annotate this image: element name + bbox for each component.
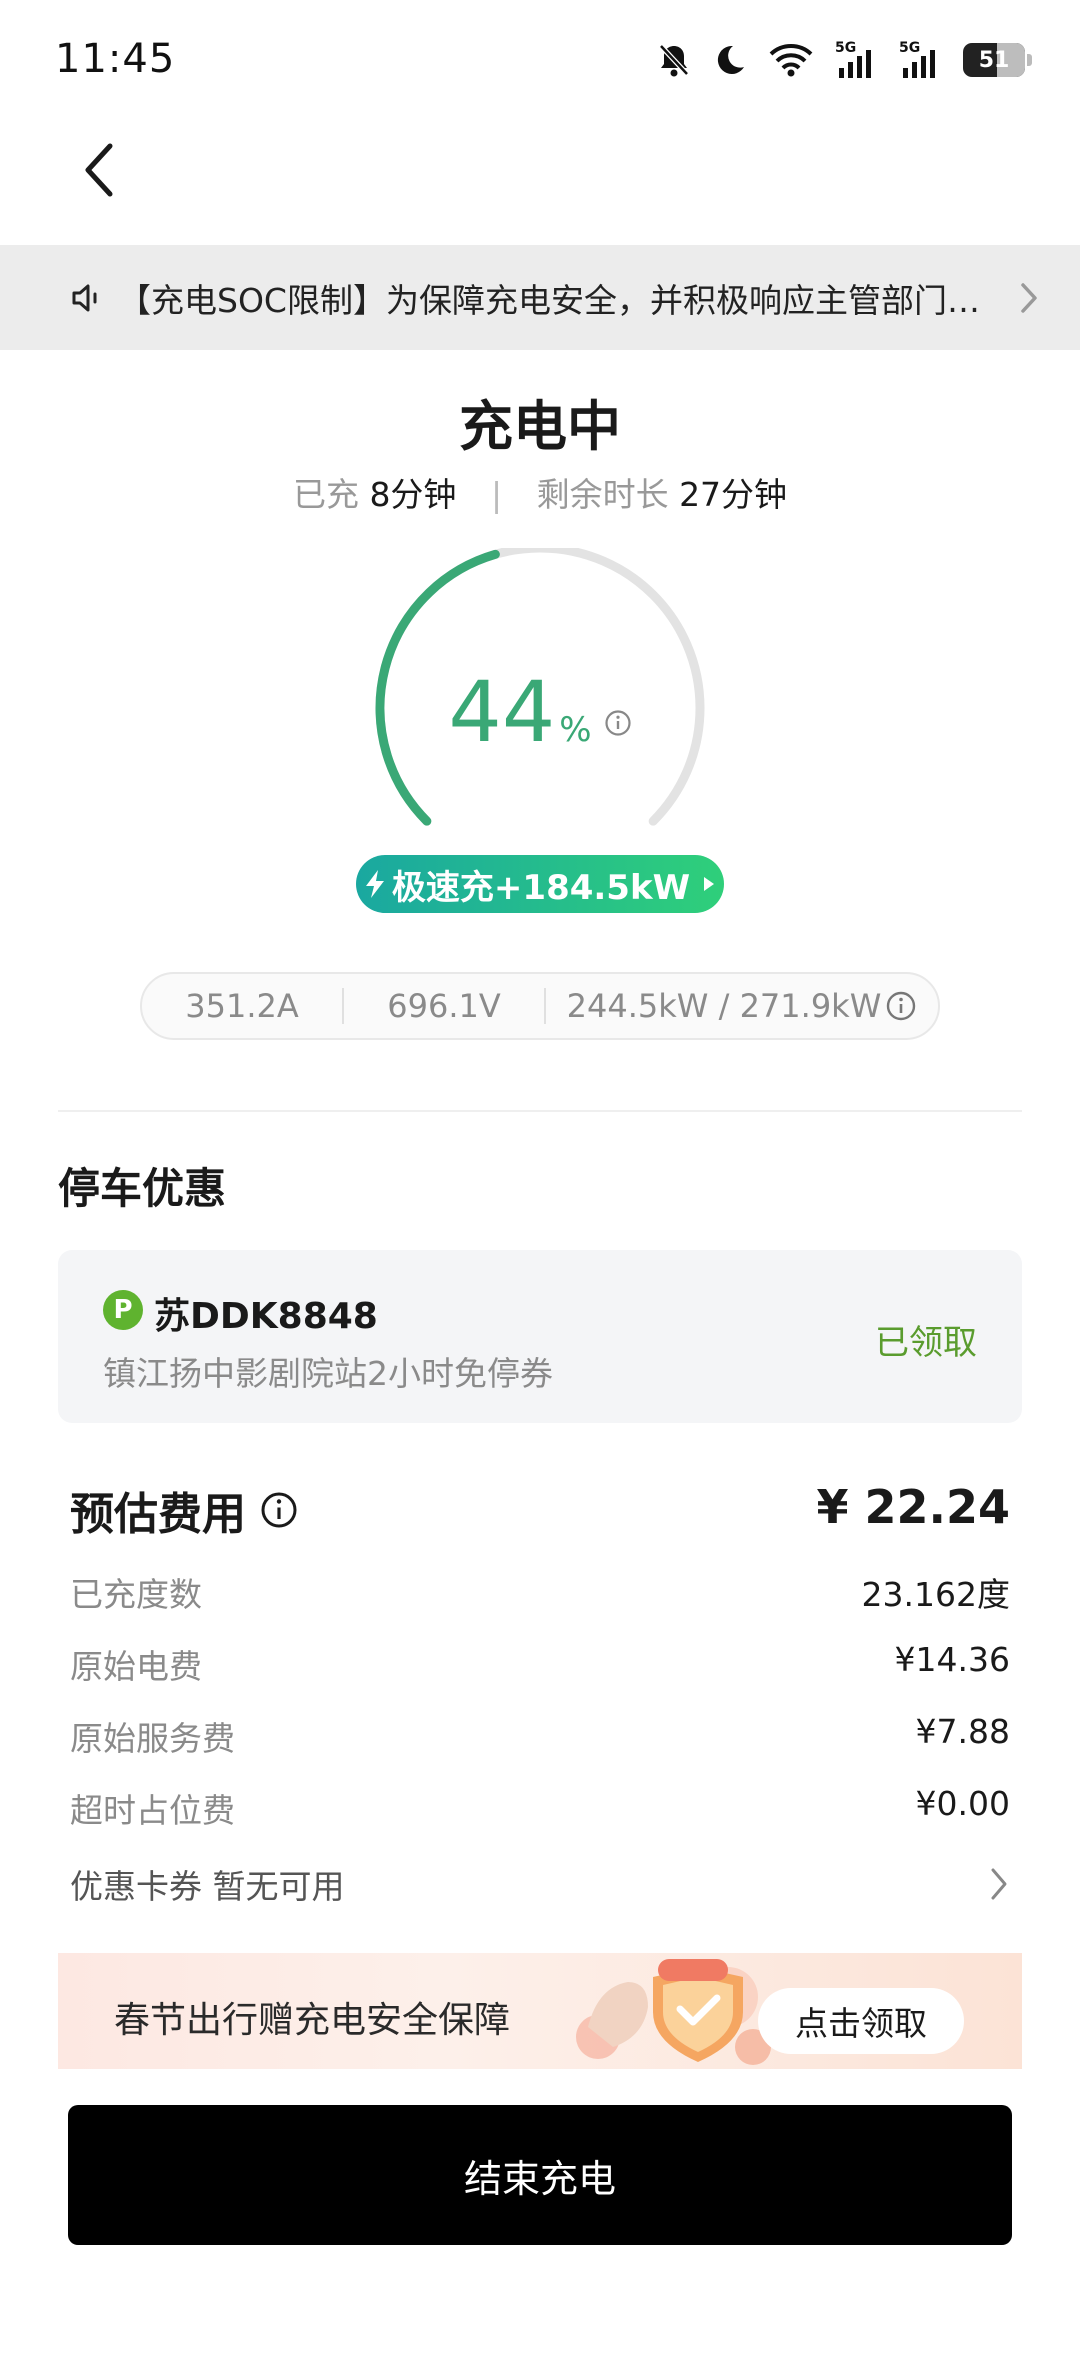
play-icon <box>704 877 715 891</box>
license-plate: 苏DDK8848 <box>154 1296 378 1337</box>
fee-row: 原始电费 ¥14.36 <box>70 1640 1010 1688</box>
charge-times: 已充 8分钟 | 剩余时长 27分钟 <box>0 468 1080 516</box>
lightning-icon <box>365 870 384 898</box>
elapsed-value: 8分钟 <box>369 475 457 514</box>
info-icon[interactable] <box>885 990 917 1022</box>
fee-label: 原始服务费 <box>70 1719 235 1758</box>
battery-level: 51 <box>978 47 1010 73</box>
coupon-row[interactable]: 优惠卡券 暂无可用 <box>70 1860 1010 1908</box>
percent-unit: % <box>559 710 592 750</box>
svg-text:5G: 5G <box>835 40 856 56</box>
coupon-label: 优惠卡券 暂无可用 <box>70 1867 345 1906</box>
percent-value: 44 <box>448 663 556 761</box>
moon-icon <box>713 43 747 77</box>
current-value: 351.2A <box>185 987 299 1025</box>
remaining-label: 剩余时长 <box>536 475 669 514</box>
fee-value: 23.162度 <box>861 1575 1010 1614</box>
fee-label: 已充度数 <box>70 1575 202 1614</box>
chevron-right-icon <box>991 1868 1007 1900</box>
charge-status-title: 充电中 <box>459 395 621 458</box>
status-bar: 11:45 5G 5G 51 <box>0 0 1080 120</box>
fee-value: ¥0.00 <box>915 1784 1010 1823</box>
fee-row: 原始服务费 ¥7.88 <box>70 1712 1010 1760</box>
signal-5g-icon: 5G <box>899 40 941 80</box>
fee-row: 超时占位费 ¥0.00 <box>70 1784 1010 1832</box>
fee-value: ¥14.36 <box>894 1640 1010 1679</box>
signal-5g-icon: 5G <box>835 40 877 80</box>
end-charging-button[interactable]: 结束充电 <box>68 2105 1012 2245</box>
fee-heading: 预估费用 <box>70 1478 298 1542</box>
promo-claim-button[interactable]: 点击领取 <box>758 1988 964 2054</box>
fee-total: ¥ 22.24 <box>816 1480 1010 1534</box>
status-time: 11:45 <box>55 36 176 82</box>
time-separator: | <box>490 475 503 514</box>
fee-value: ¥7.88 <box>915 1712 1010 1751</box>
chevron-right-icon <box>1021 282 1037 313</box>
parking-icon: P <box>103 1290 143 1330</box>
fast-charge-badge[interactable]: 极速充+184.5kW <box>356 855 724 913</box>
info-icon[interactable] <box>604 709 632 737</box>
charge-percentage: 44 % <box>0 670 1080 754</box>
fast-charge-label: 极速充+184.5kW <box>391 867 691 908</box>
battery-icon: 51 <box>963 43 1032 77</box>
promo-banner[interactable]: 春节出行赠充电安全保障 点击领取 <box>58 1953 1022 2069</box>
notice-bar[interactable]: 【充电SOC限制】为保障充电安全，并积极响应主管部门要求 <box>0 245 1080 350</box>
chevron-left-icon <box>85 143 113 197</box>
parking-heading: 停车优惠 <box>58 1164 227 1213</box>
bell-muted-icon <box>657 42 691 78</box>
promo-text: 春节出行赠充电安全保障 <box>114 2000 511 2041</box>
back-button[interactable] <box>70 140 130 200</box>
parking-coupon-desc: 镇江扬中影剧院站2小时免停券 <box>103 1354 553 1393</box>
fee-row: 已充度数 23.162度 <box>70 1568 1010 1616</box>
fee-heading-label: 预估费用 <box>70 1489 246 1540</box>
shield-gift-icon <box>576 1959 771 2065</box>
fee-label: 超时占位费 <box>70 1791 235 1830</box>
speaker-icon <box>72 284 97 311</box>
svg-text:5G: 5G <box>899 40 920 56</box>
elapsed-label: 已充 <box>292 475 359 514</box>
info-icon[interactable] <box>260 1491 298 1529</box>
status-icons: 5G 5G 51 <box>657 38 1032 82</box>
power-metric: 244.5kW / 271.9kW <box>546 987 938 1025</box>
coupon-claimed-status: 已领取 <box>875 1323 977 1363</box>
remaining-value: 27分钟 <box>679 475 788 514</box>
fee-label: 原始电费 <box>70 1647 202 1686</box>
parking-coupon-card[interactable]: P 苏DDK8848 镇江扬中影剧院站2小时免停券 已领取 <box>58 1250 1022 1423</box>
section-divider <box>58 1110 1022 1112</box>
power-value: 244.5kW / 271.9kW <box>566 987 882 1025</box>
voltage-value: 696.1V <box>387 987 501 1025</box>
notice-text: 【充电SOC限制】为保障充电安全，并积极响应主管部门要求 <box>118 280 1002 320</box>
charge-metrics: 351.2A 696.1V 244.5kW / 271.9kW <box>140 972 940 1040</box>
wifi-icon <box>769 43 813 77</box>
